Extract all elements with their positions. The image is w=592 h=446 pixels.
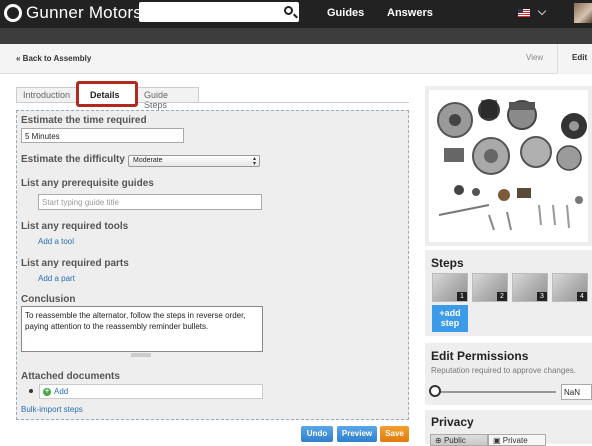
tab-divider [16, 102, 409, 103]
reputation-slider-handle[interactable] [429, 385, 441, 397]
logo-text: Gunner Motors [26, 3, 142, 22]
time-input-value: 5 Minutes [25, 132, 60, 141]
tab-guide-steps-label: Guide Steps [144, 90, 169, 110]
conclusion-textarea[interactable]: To reassemble the alternator, follow the… [21, 306, 263, 352]
privacy-private-button[interactable]: ▣ Private [488, 434, 546, 446]
difficulty-select-value: Moderate [133, 157, 163, 164]
tab-details-label: Details [90, 90, 120, 100]
add-part-link[interactable]: Add a part [38, 274, 75, 283]
difficulty-select[interactable]: Moderate ▴ ▾ [128, 155, 260, 167]
time-label: Estimate the time required [21, 115, 147, 126]
tab-guide-steps[interactable]: Guide Steps [137, 87, 199, 110]
permissions-title: Edit Permissions [431, 349, 529, 363]
reputation-slider-track[interactable] [434, 391, 556, 393]
bullet-icon [29, 389, 33, 393]
bulk-import-link[interactable]: Bulk-import steps [21, 405, 83, 414]
time-input[interactable]: 5 Minutes [21, 128, 184, 143]
undo-button[interactable]: Undo [301, 426, 333, 442]
textarea-resize-handle[interactable] [131, 353, 151, 357]
parts-label: List any required parts [21, 258, 129, 269]
nav-answers[interactable]: Answers [387, 7, 433, 19]
guide-main-image[interactable] [425, 86, 592, 246]
nav-guides[interactable]: Guides [327, 7, 364, 19]
prereq-guide-placeholder: Start typing guide title [42, 198, 119, 207]
prereq-label: List any prerequisite guides [21, 178, 154, 189]
step-thumbnail[interactable]: 4 [552, 273, 588, 302]
search-icon[interactable] [284, 6, 293, 15]
tab-introduction[interactable]: Introduction [16, 87, 77, 102]
edit-tab[interactable]: Edit [557, 44, 592, 74]
prereq-guide-input[interactable]: Start typing guide title [38, 194, 262, 210]
attached-documents-label: Attached documents [21, 371, 120, 382]
add-step-button[interactable]: +add step [432, 305, 468, 332]
step-number: 2 [497, 292, 507, 301]
step-number: 1 [457, 292, 467, 301]
add-tool-link[interactable]: Add a tool [38, 237, 74, 246]
gear-logo-icon [4, 4, 22, 22]
reputation-value: NaN [564, 388, 581, 397]
steps-title: Steps [431, 256, 464, 270]
view-link[interactable]: View [526, 53, 543, 62]
header-stripe [0, 28, 592, 44]
search-input[interactable] [139, 2, 299, 22]
permissions-hint: Reputation required to approve changes. [431, 366, 576, 375]
step-thumbnail[interactable]: 3 [512, 273, 548, 302]
step-number: 3 [537, 292, 547, 301]
edit-tab-label: Edit [572, 53, 588, 62]
chevron-down-icon[interactable] [537, 6, 547, 16]
add-circle-icon[interactable]: + [43, 388, 51, 396]
back-to-assembly-link[interactable]: « Back to Assembly [16, 54, 91, 63]
us-flag-icon[interactable] [518, 9, 530, 17]
conclusion-label: Conclusion [21, 294, 76, 305]
privacy-public-button[interactable]: ⊕ Public [430, 434, 488, 446]
alternator-parts-image [429, 90, 588, 242]
logo[interactable]: Gunner Motors [4, 3, 142, 23]
privacy-title: Privacy [431, 415, 474, 429]
difficulty-label: Estimate the difficulty [21, 154, 125, 165]
tab-details[interactable]: Details [76, 81, 138, 107]
avatar[interactable] [574, 3, 592, 23]
save-button[interactable]: Save [380, 426, 409, 442]
step-thumbnail[interactable]: 1 [432, 273, 468, 302]
select-arrows-icon: ▴ ▾ [252, 156, 256, 167]
reputation-input[interactable]: NaN [561, 384, 592, 400]
preview-button[interactable]: Preview [337, 426, 377, 442]
top-header: Gunner Motors Guides Answers [0, 0, 592, 28]
attach-document-row[interactable]: + Add [39, 384, 263, 399]
sub-toolbar: « Back to Assembly View Edit [0, 44, 592, 74]
step-thumbnail[interactable]: 2 [472, 273, 508, 302]
step-number: 4 [577, 292, 587, 301]
conclusion-text: To reassemble the alternator, follow the… [25, 311, 246, 331]
attach-add-link[interactable]: Add [54, 387, 68, 396]
tab-introduction-label: Introduction [23, 90, 71, 100]
tools-label: List any required tools [21, 221, 129, 232]
